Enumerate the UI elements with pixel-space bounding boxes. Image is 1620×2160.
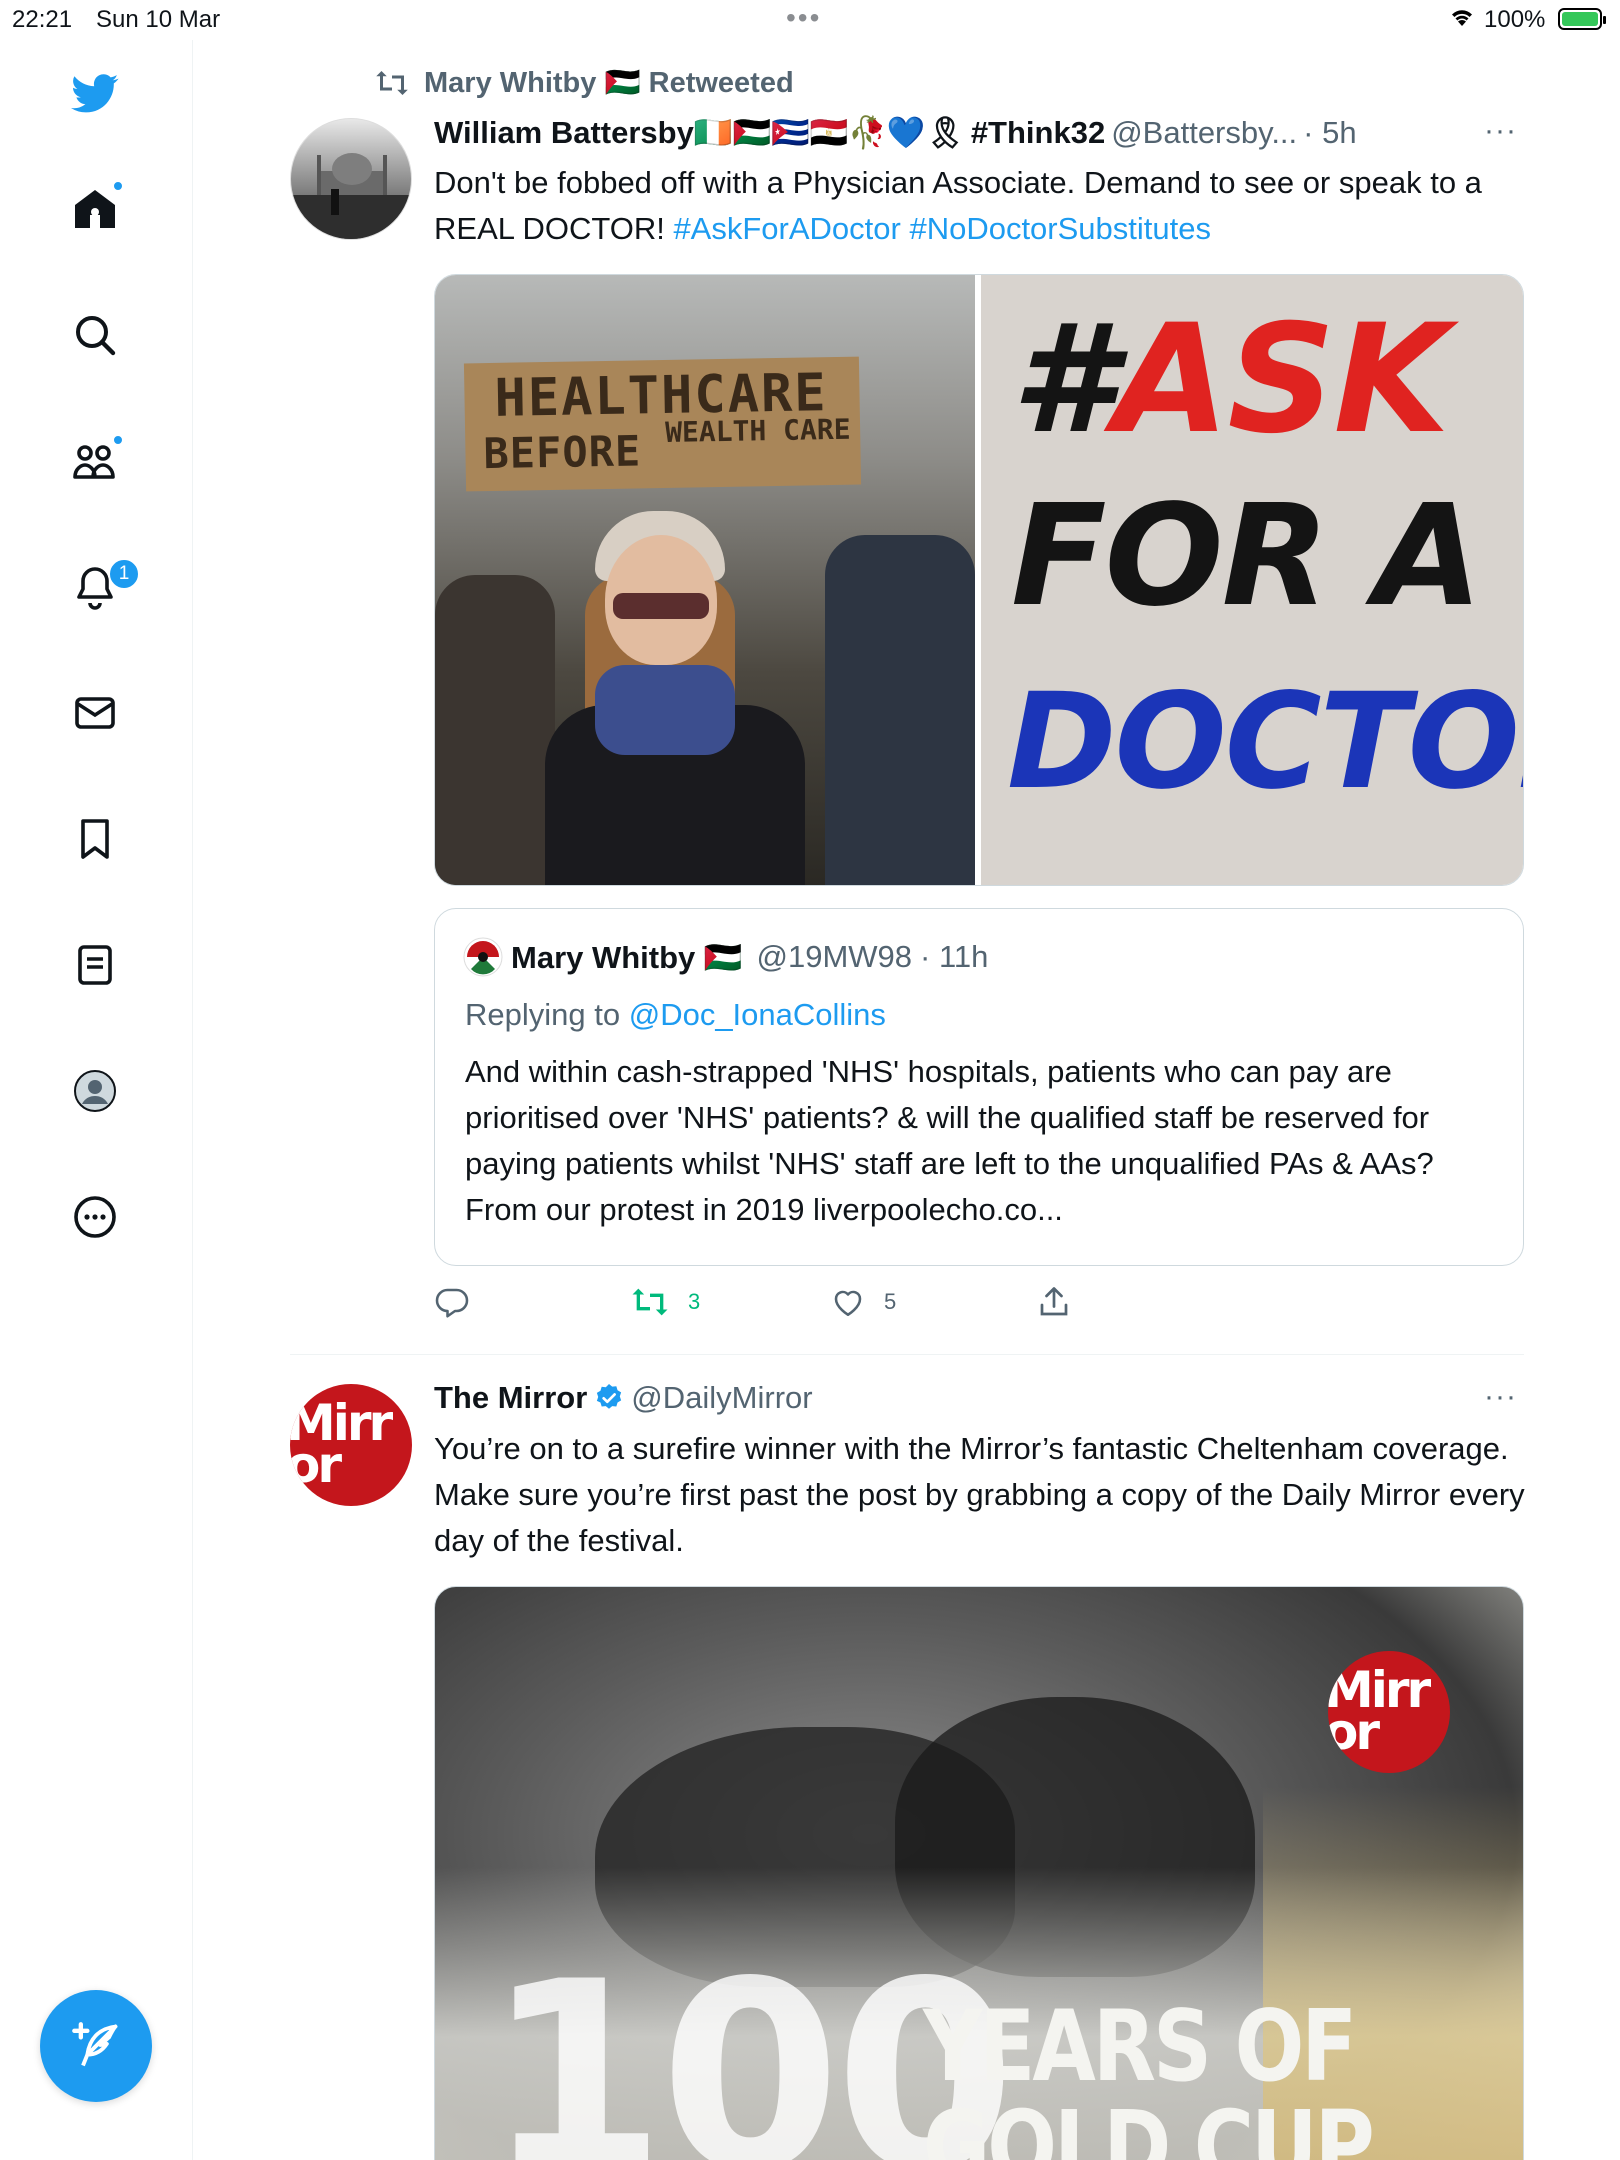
retweet-small-icon xyxy=(376,71,408,95)
tweet-time[interactable]: · 5h xyxy=(1303,115,1356,151)
avatar-mirror[interactable]: Mirr or xyxy=(290,1384,412,1506)
compose-tweet-button[interactable] xyxy=(40,1990,152,2102)
communities-icon xyxy=(73,445,115,479)
nav-home[interactable] xyxy=(62,176,128,242)
quoted-avatar-icon xyxy=(463,937,503,977)
tweet-actions: 3 5 xyxy=(434,1284,1134,1334)
heart-icon xyxy=(834,1290,862,1317)
ask-line-2: FOR A xyxy=(1011,475,1483,638)
status-bar: 22:21 Sun 10 Mar ••• 100% xyxy=(0,0,1620,40)
nav-notifications[interactable]: 1 xyxy=(62,554,140,620)
video-overlay-line-1: YEARS OF xyxy=(923,1989,1357,2104)
author-name[interactable]: The Mirror xyxy=(434,1380,587,1416)
author-handle[interactable]: @DailyMirror xyxy=(631,1380,812,1416)
retweeted-by-label: Mary Whitby 🇵🇸 Retweeted xyxy=(424,67,794,99)
ask-line-1: #ASK xyxy=(1011,293,1450,467)
avatar-battersby[interactable] xyxy=(290,118,412,240)
wifi-icon xyxy=(1448,6,1476,35)
like-count: 5 xyxy=(884,1289,897,1314)
compose-icon xyxy=(72,2022,118,2067)
notification-badge: 1 xyxy=(108,558,140,590)
sidebar: 1 xyxy=(0,40,193,2160)
quoted-handle: @19MW98 xyxy=(756,939,913,974)
nav-profile[interactable] xyxy=(62,1058,128,1124)
replying-to: Replying to @Doc_IonaCollins xyxy=(465,997,886,1033)
video-logo-line-2: or xyxy=(1328,1703,1380,1761)
more-icon xyxy=(74,1196,116,1238)
verified-badge-icon xyxy=(597,1384,622,1409)
replying-to-handle[interactable]: @Doc_IonaCollins xyxy=(629,997,886,1032)
timeline: Mary Whitby 🇵🇸 Retweeted William Batters… xyxy=(194,40,1620,2160)
status-time: 22:21 xyxy=(12,6,73,33)
mail-icon xyxy=(75,697,115,729)
ask-for-a-doctor-image[interactable]: #ASK FOR A DOCTOR xyxy=(981,275,1523,885)
home-notification-dot xyxy=(112,180,124,192)
nav-more[interactable] xyxy=(62,1184,128,1250)
tweet-text: Don't be fobbed off with a Physician Ass… xyxy=(434,160,1534,252)
nav-bookmarks[interactable] xyxy=(62,806,128,872)
bookmark-icon xyxy=(81,819,109,859)
crowd-right xyxy=(825,535,975,885)
share-button[interactable] xyxy=(1036,1284,1072,1320)
multitasking-dots-icon[interactable]: ••• xyxy=(786,2,821,34)
nav-search[interactable] xyxy=(62,302,128,368)
protester-scarf xyxy=(595,665,735,755)
battery-icon xyxy=(1558,8,1606,30)
video-overlay-line-2: GOLD CUP xyxy=(923,2090,1375,2160)
quoted-tweet[interactable]: Mary Whitby 🇵🇸 @19MW98 · 11h Replying to… xyxy=(434,908,1524,1266)
search-icon xyxy=(76,316,116,356)
retweet-count: 3 xyxy=(688,1289,701,1314)
quoted-time: · 11h xyxy=(920,939,989,974)
video-mirror-logo: Mirr or xyxy=(1328,1651,1450,1773)
tweet-video[interactable]: 100 YEARS OF GOLD CUP Mirr or xyxy=(434,1586,1524,2160)
reply-button[interactable] xyxy=(434,1284,488,1320)
tweet-divider xyxy=(290,1354,1524,1355)
reply-icon xyxy=(435,1288,469,1318)
like-button[interactable]: 5 xyxy=(830,1284,896,1320)
quoted-tweet-text: And within cash-strapped 'NHS' hospitals… xyxy=(465,1054,1434,1227)
tweet-text: You’re on to a surefire winner with the … xyxy=(434,1431,1525,1558)
twitter-logo-icon[interactable] xyxy=(62,60,128,126)
list-icon xyxy=(78,945,112,985)
retweet-button[interactable]: 3 xyxy=(630,1284,700,1320)
tweet-more-icon[interactable]: ··· xyxy=(1484,114,1517,148)
battery-percent: 100% xyxy=(1484,6,1546,33)
avatar-mosque-photo xyxy=(291,153,411,239)
author-handle[interactable]: @Battersby... xyxy=(1111,115,1297,151)
protest-sign: HEALTHCARE BEFORE WEALTH CARE xyxy=(463,356,862,492)
quoted-author-name: Mary Whitby 🇵🇸 xyxy=(511,939,743,975)
tweet-header: William Battersby🇮🇪🇵🇸🇨🇺🇪🇬🥀💙🎗 #Think32 @B… xyxy=(434,114,1357,151)
author-tag[interactable]: #Think32 xyxy=(971,115,1105,151)
crowd-left xyxy=(435,575,555,885)
tweet-media-grid: HEALTHCARE BEFORE WEALTH CARE #ASK FOR A… xyxy=(434,274,1524,886)
quoted-tweet-header: Mary Whitby 🇵🇸 @19MW98 · 11h xyxy=(463,937,988,977)
tweet-more-icon[interactable]: ··· xyxy=(1484,1380,1517,1414)
tweet-hashtags[interactable]: #AskForADoctor #NoDoctorSubstitutes xyxy=(673,211,1211,246)
profile-icon xyxy=(74,1070,116,1112)
tweet-header: The Mirror @DailyMirror xyxy=(434,1380,813,1416)
ask-word: ASK xyxy=(1113,293,1449,467)
sign-line-2: BEFORE xyxy=(483,426,642,479)
retweet-context: Mary Whitby 🇵🇸 Retweeted xyxy=(374,66,794,100)
sign-line-3: WEALTH CARE xyxy=(664,412,851,449)
share-icon xyxy=(1040,1287,1068,1316)
status-date: Sun 10 Mar xyxy=(96,6,221,33)
mirror-logo-line-2: or xyxy=(290,1436,342,1494)
retweet-icon xyxy=(632,1288,668,1316)
ask-line-3: DOCTOR xyxy=(1007,665,1523,819)
home-icon xyxy=(75,190,115,228)
ask-hash: # xyxy=(1011,293,1115,467)
author-name[interactable]: William Battersby🇮🇪🇵🇸🇨🇺🇪🇬🥀💙🎗 xyxy=(434,114,965,151)
replying-prefix: Replying to xyxy=(465,997,629,1032)
protest-photo[interactable]: HEALTHCARE BEFORE WEALTH CARE xyxy=(435,275,975,885)
video-overlay-text: YEARS OF GOLD CUP xyxy=(923,1989,1375,2160)
nav-lists[interactable] xyxy=(62,932,128,998)
nav-communities[interactable] xyxy=(62,428,128,494)
protester-glasses xyxy=(613,593,709,619)
nav-messages[interactable] xyxy=(62,680,128,746)
communities-notification-dot xyxy=(112,434,124,446)
